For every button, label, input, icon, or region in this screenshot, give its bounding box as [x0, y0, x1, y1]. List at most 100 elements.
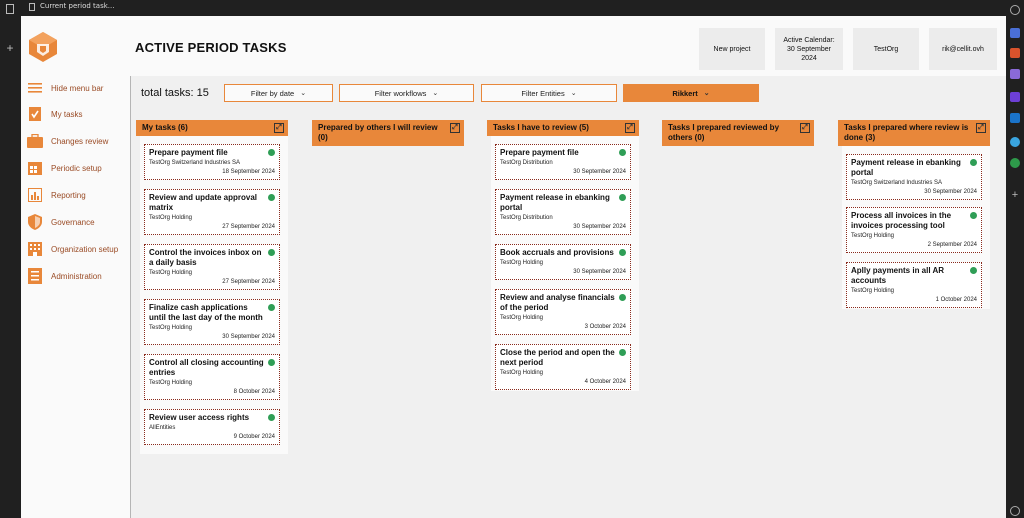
document-list-icon: [27, 268, 43, 284]
extension-icon[interactable]: [1010, 48, 1020, 58]
extension-icon[interactable]: [1010, 69, 1020, 79]
status-green-icon: [268, 249, 275, 256]
task-title: Book accruals and provisions: [500, 248, 614, 257]
bar-chart-icon: [27, 187, 43, 203]
extension-icon[interactable]: [1010, 28, 1020, 38]
add-tab-icon[interactable]: +: [4, 42, 16, 54]
expand-icon[interactable]: ⤢: [625, 123, 635, 133]
task-card[interactable]: Review and analyse financials of the per…: [495, 289, 631, 335]
app-window: ACTIVE PERIOD TASKS New project Active C…: [21, 16, 1006, 518]
task-title: Control the invoices inbox on a daily ba…: [149, 248, 262, 267]
telegram-icon[interactable]: [1010, 137, 1020, 147]
user-filter-dropdown[interactable]: Rikkert ⌄: [623, 84, 759, 102]
sidebar-item-governance[interactable]: Governance: [27, 214, 95, 230]
document-icon: [29, 3, 35, 11]
task-title: Control all closing accounting entries: [149, 358, 264, 377]
task-card[interactable]: Book accruals and provisions TestOrg Hold…: [495, 244, 631, 280]
task-card[interactable]: Payment release in ebanking portal TestOr…: [846, 154, 982, 200]
sidebar-item-changes-review[interactable]: Changes review: [27, 133, 108, 149]
sidebar: Hide menu bar My tasks Changes review Pe…: [21, 76, 131, 518]
filter-workflows-dropdown[interactable]: Filter workflows ⌄: [339, 84, 474, 102]
sidebar-item-reporting[interactable]: Reporting: [27, 187, 86, 203]
browser-tab-bar: Current period task...: [20, 0, 1006, 16]
task-date: 30 September 2024: [924, 189, 977, 195]
chevron-down-icon: ⌄: [703, 90, 710, 97]
extension-icon[interactable]: [1010, 158, 1020, 168]
task-title: Payment release in ebanking portal: [851, 158, 961, 177]
page-icon[interactable]: [6, 4, 14, 14]
expand-icon[interactable]: ⤢: [800, 123, 810, 133]
column-tasks-to-review: Tasks I have to review (5) ⤢ Prepare paym…: [487, 120, 639, 391]
task-title: Aplly payments in all AR accounts: [851, 266, 945, 285]
sidebar-item-organization-setup[interactable]: Organization setup: [27, 241, 118, 257]
column-prepared-by-others: Prepared by others I will review (0) ⤢: [312, 120, 464, 146]
outlook-icon[interactable]: [1010, 113, 1020, 123]
task-date: 9 October 2024: [233, 434, 275, 440]
status-green-icon: [619, 249, 626, 256]
chevron-down-icon: ⌄: [300, 90, 307, 97]
search-icon[interactable]: [1010, 5, 1020, 15]
task-card[interactable]: Control all closing accounting entries Te…: [144, 354, 280, 400]
status-green-icon: [619, 194, 626, 201]
task-card[interactable]: Close the period and open the next perio…: [495, 344, 631, 390]
task-card[interactable]: Process all invoices in the invoices pro…: [846, 207, 982, 253]
task-title: Payment release in ebanking portal: [500, 193, 610, 212]
task-title: Finalize cash applications until the las…: [149, 303, 263, 322]
hamburger-icon: [27, 80, 43, 96]
task-title: Prepare payment file: [500, 148, 579, 157]
status-green-icon: [268, 414, 275, 421]
sidebar-item-administration[interactable]: Administration: [27, 268, 102, 284]
extension-icon[interactable]: [1010, 92, 1020, 102]
sidebar-item-hide-menu[interactable]: Hide menu bar: [27, 80, 103, 96]
settings-icon[interactable]: [1010, 506, 1020, 516]
user-button[interactable]: rik@cellit.ovh: [929, 28, 997, 70]
column-header: My tasks (6) ⤢: [136, 120, 288, 136]
organization-button[interactable]: TestOrg: [853, 28, 919, 70]
sidebar-item-my-tasks[interactable]: My tasks: [27, 106, 83, 122]
chevron-down-icon: ⌄: [432, 90, 439, 97]
task-card[interactable]: Payment release in ebanking portal TestOr…: [495, 189, 631, 235]
task-card[interactable]: Review user access rights AllEntities 9 Oc…: [144, 409, 280, 445]
filter-label: Rikkert: [672, 88, 698, 98]
new-project-button[interactable]: New project: [699, 28, 765, 70]
task-org: TestOrg Holding: [500, 315, 544, 321]
filter-by-date-dropdown[interactable]: Filter by date ⌄: [224, 84, 333, 102]
task-card[interactable]: Finalize cash applications until the las…: [144, 299, 280, 345]
page-title: ACTIVE PERIOD TASKS: [135, 40, 287, 55]
task-card[interactable]: Prepare payment file TestOrg Distribution…: [495, 144, 631, 180]
filter-label: Filter Entities: [521, 88, 565, 98]
task-card[interactable]: Control the invoices inbox on a daily ba…: [144, 244, 280, 290]
expand-icon[interactable]: ⤢: [450, 123, 460, 133]
task-date: 27 September 2024: [222, 224, 275, 230]
task-title: Review and analyse financials of the per…: [500, 293, 615, 312]
column-header: Prepared by others I will review (0) ⤢: [312, 120, 464, 146]
task-org: TestOrg Holding: [149, 270, 193, 276]
task-date: 1 October 2024: [935, 297, 977, 303]
task-card[interactable]: Prepare payment file TestOrg Switzerland …: [144, 144, 280, 180]
column-title: Tasks I prepared reviewed by others (0): [668, 123, 780, 142]
column-review-done: Tasks I prepared where review is done (3…: [838, 120, 990, 309]
column-title: Prepared by others I will review (0): [318, 123, 438, 142]
task-card[interactable]: Aplly payments in all AR accounts TestOrg…: [846, 262, 982, 308]
expand-icon[interactable]: ⤢: [274, 123, 284, 133]
expand-icon[interactable]: ⤢: [976, 123, 986, 133]
task-date: 30 September 2024: [573, 269, 626, 275]
filter-entities-dropdown[interactable]: Filter Entities ⌄: [481, 84, 617, 102]
sidebar-item-periodic-setup[interactable]: Periodic setup: [27, 160, 102, 176]
task-org: AllEntities: [149, 425, 176, 431]
column-my-tasks: My tasks (6) ⤢ Prepare payment file TestOr…: [136, 120, 288, 454]
column-header: Tasks I prepared where review is done (3…: [838, 120, 990, 146]
task-org: TestOrg Holding: [500, 260, 544, 266]
task-date: 27 September 2024: [222, 279, 275, 285]
status-green-icon: [268, 304, 275, 311]
building-icon: [27, 241, 43, 257]
browser-tab-title[interactable]: Current period task...: [40, 2, 114, 10]
add-icon[interactable]: +: [1010, 190, 1020, 201]
task-card[interactable]: Review and update approval matrix TestOrg…: [144, 189, 280, 235]
task-date: 30 September 2024: [573, 169, 626, 175]
task-org: TestOrg Holding: [149, 215, 193, 221]
active-calendar-button[interactable]: Active Calendar: 30 September 2024: [775, 28, 843, 70]
task-org: TestOrg Holding: [851, 233, 895, 239]
task-org: TestOrg Holding: [851, 288, 895, 294]
sidebar-item-label: Organization setup: [51, 244, 119, 254]
